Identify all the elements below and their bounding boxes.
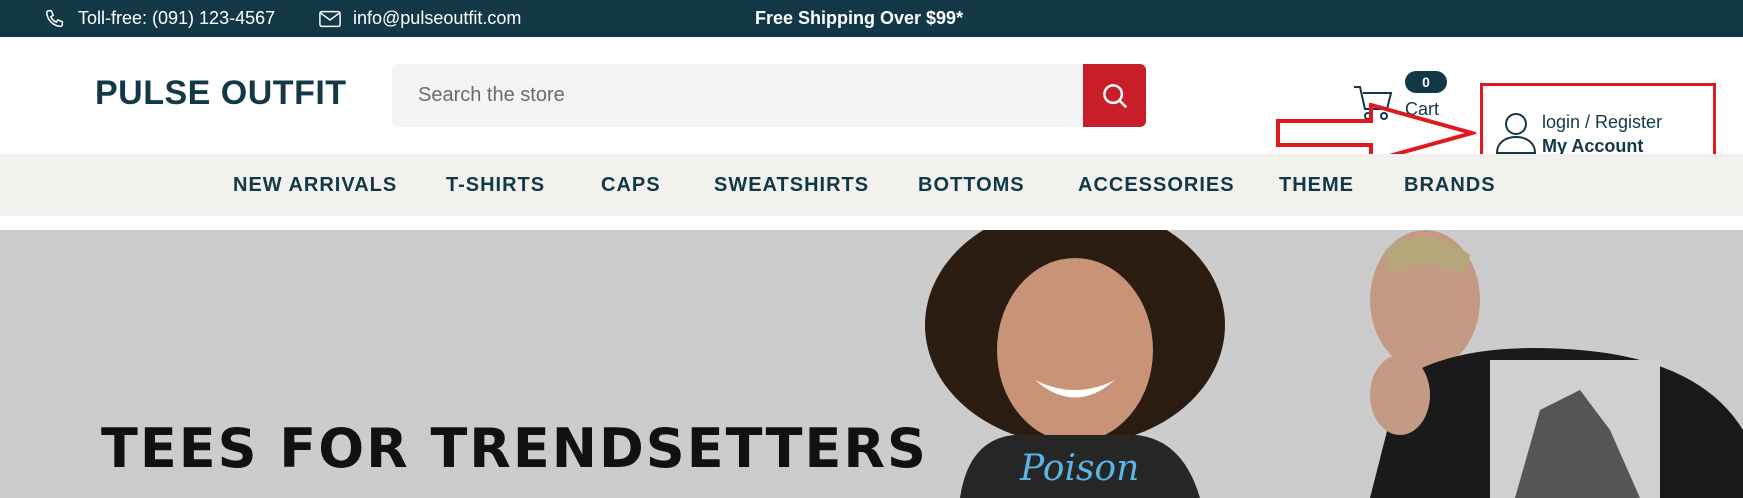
hero-banner[interactable]: Poison TEES FOR TRENDSETTERS	[0, 230, 1743, 498]
shipping-banner: Free Shipping Over $99*	[755, 8, 964, 28]
nav-item-theme[interactable]: THEME	[1279, 154, 1354, 216]
nav-item-caps[interactable]: CAPS	[601, 154, 661, 216]
logo[interactable]: PULSE OUTFIT	[95, 74, 347, 113]
header: PULSE OUTFIT 0 Cart login / Register My …	[0, 37, 1743, 179]
search-icon	[1102, 83, 1127, 108]
main-nav: NEW ARRIVALS T-SHIRTS CAPS SWEATSHIRTS B…	[0, 154, 1743, 216]
svg-text:Poison: Poison	[1019, 448, 1139, 489]
hero-title: TEES FOR TRENDSETTERS	[101, 417, 928, 480]
nav-item-sweatshirts[interactable]: SWEATSHIRTS	[714, 154, 869, 216]
account-login-register[interactable]: login / Register	[1542, 112, 1662, 133]
nav-item-new-arrivals[interactable]: NEW ARRIVALS	[233, 154, 397, 216]
cart-count-badge: 0	[1405, 71, 1447, 93]
search-bar	[392, 64, 1146, 127]
top-bar: Toll-free: (091) 123-4567 info@pulseoutf…	[0, 0, 1743, 37]
nav-item-accessories[interactable]: ACCESSORIES	[1078, 154, 1235, 216]
phone-text: Toll-free: (091) 123-4567	[78, 8, 276, 28]
hero-model-man	[1370, 230, 1743, 498]
search-button[interactable]	[1083, 64, 1146, 127]
search-input[interactable]	[392, 64, 1082, 127]
phone-icon	[46, 9, 64, 27]
mail-icon	[319, 10, 341, 27]
email-text: info@pulseoutfit.com	[353, 8, 522, 28]
user-icon	[1495, 113, 1537, 154]
nav-item-brands[interactable]: BRANDS	[1404, 154, 1496, 216]
nav-item-t-shirts[interactable]: T-SHIRTS	[446, 154, 545, 216]
nav-item-bottoms[interactable]: BOTTOMS	[918, 154, 1025, 216]
phone-link[interactable]: Toll-free: (091) 123-4567	[44, 0, 275, 37]
email-link[interactable]: info@pulseoutfit.com	[319, 0, 521, 37]
hero-model-woman: Poison	[925, 230, 1225, 498]
